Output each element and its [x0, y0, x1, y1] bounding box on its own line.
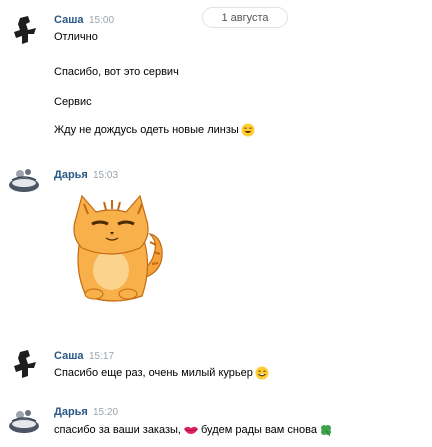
- message-time[interactable]: 15:17: [89, 351, 114, 362]
- message-text: Отлично: [54, 31, 98, 43]
- message-time[interactable]: 15:20: [93, 407, 118, 418]
- author-name[interactable]: Дарья: [54, 169, 88, 181]
- avatar-sasha[interactable]: [6, 12, 42, 48]
- avatar-sasha[interactable]: [6, 346, 42, 382]
- message-text: Сервис: [54, 96, 92, 108]
- four-leaf-clover-icon: [320, 425, 331, 437]
- kiss-lips-icon: [184, 426, 198, 434]
- message-text: Спасибо еще раз, очень милый курьер: [54, 366, 269, 380]
- author-name[interactable]: Дарья: [54, 406, 88, 418]
- laughing-face-icon: [241, 123, 255, 137]
- message-text: Спасибо, вот это сервич: [54, 66, 179, 78]
- date-divider: 1 августа: [202, 7, 288, 28]
- author-name[interactable]: Саша: [54, 14, 83, 26]
- avatar-darya[interactable]: [6, 401, 42, 437]
- date-divider-label: 1 августа: [221, 11, 269, 24]
- message-time[interactable]: 15:03: [93, 170, 118, 181]
- grinning-face-icon: [255, 366, 269, 380]
- author-name[interactable]: Саша: [54, 350, 83, 362]
- message-text: Жду не дождусь одеть новые линзы: [54, 123, 255, 137]
- orange-cat-sticker[interactable]: [54, 188, 172, 306]
- message-text: спасибо за ваши заказы, будем рады вам с…: [54, 423, 333, 437]
- message-time[interactable]: 15:00: [89, 15, 114, 26]
- avatar-darya[interactable]: [6, 160, 42, 196]
